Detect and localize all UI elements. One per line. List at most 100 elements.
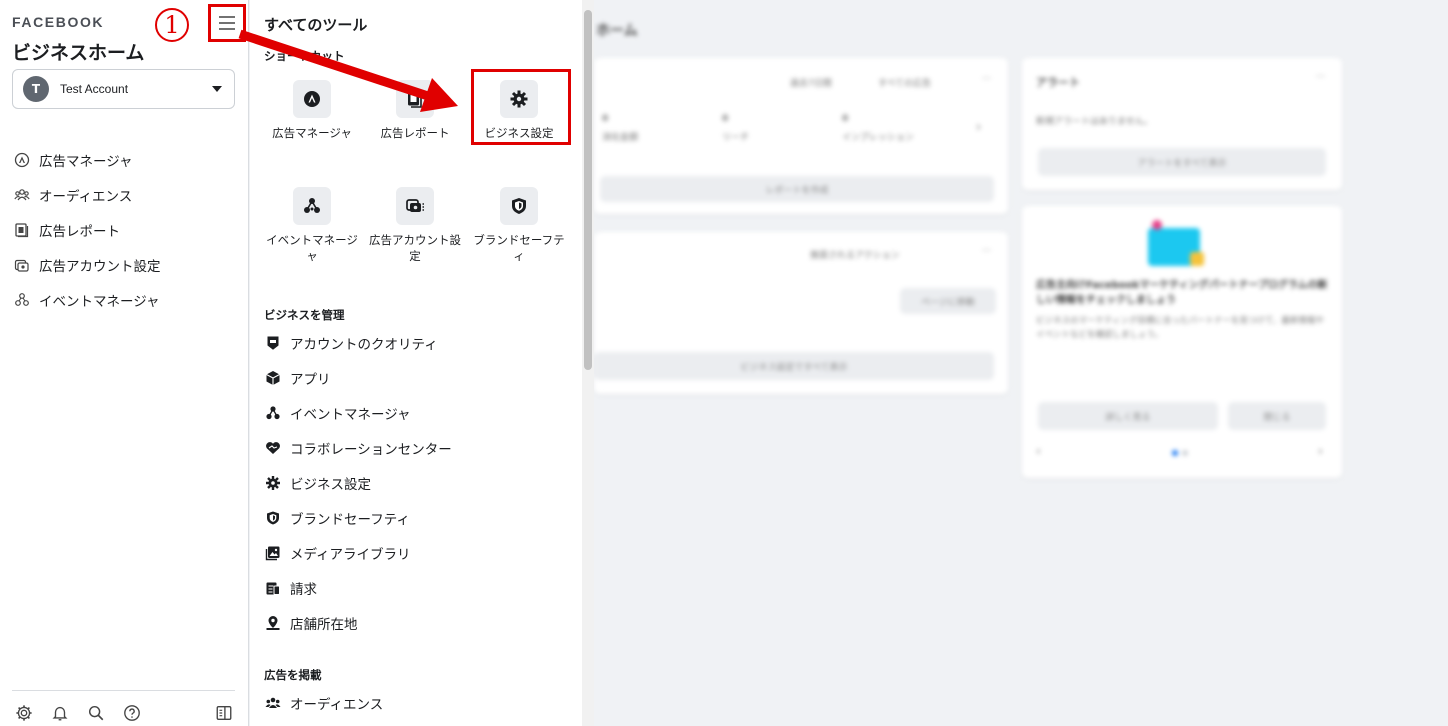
date-filter[interactable]: 過去7日間 — [790, 76, 832, 89]
sidebar-item-label: 広告マネージャ — [39, 153, 133, 170]
ads-report-icon — [14, 222, 30, 238]
shortcut-ad-account-settings[interactable]: 広告アカウント設定 — [367, 187, 463, 264]
sidebar-item-ads-manager[interactable]: 広告マネージャ — [14, 142, 161, 177]
panel-title: すべてのツール — [264, 16, 368, 34]
list-item-brand-safety[interactable]: ブランドセーフティ — [264, 500, 452, 535]
ads-manager-icon — [14, 152, 30, 168]
menu-button[interactable] — [208, 4, 246, 42]
media-library-icon — [264, 544, 282, 562]
promo-dot-pink — [1152, 220, 1162, 230]
list-item-store-locations[interactable]: 店舗所在地 — [264, 605, 452, 640]
alerts-title: アラート — [1036, 76, 1080, 89]
metric-label: 消化金額 — [602, 133, 639, 143]
shortcut-ads-report[interactable]: 広告レポート — [367, 80, 463, 141]
panel-scrollbar[interactable] — [582, 0, 594, 726]
search-icon[interactable] — [86, 703, 106, 723]
list-item-events-manager[interactable]: イベントマネージャ — [264, 395, 452, 430]
bell-icon[interactable] — [50, 703, 70, 723]
sidebar-item-label: 広告レポート — [39, 223, 120, 240]
ad-account-settings-icon — [396, 187, 434, 225]
alerts-text: 新規アラートはありません。 — [1036, 117, 1153, 127]
gear-icon — [500, 80, 538, 118]
gear-icon[interactable] — [14, 703, 34, 723]
metric-value: 0 — [842, 114, 849, 124]
sidebar-item-events-manager[interactable]: イベントマネージャ — [14, 282, 161, 317]
learn-more-button[interactable]: 詳しく見る — [1038, 402, 1218, 430]
create-report-button[interactable]: レポートを作成 — [600, 176, 994, 202]
promo-text: ビジネスのマーケティング目標に合ったパートナーを見つけて、最新情報やイベントなど… — [1036, 316, 1324, 340]
sidebar-item-ad-account-settings[interactable]: 広告アカウント設定 — [14, 247, 161, 282]
sidebar-nav: 広告マネージャ オーディエンス 広告レポート 広告アカウント設定 イベントマネー… — [14, 142, 161, 317]
audience-icon — [264, 694, 282, 712]
page-title: ビジネスホーム — [12, 42, 145, 64]
collapse-panel-icon[interactable] — [214, 703, 234, 723]
hamburger-icon — [219, 16, 235, 30]
shortcuts-heading: ショートカット — [264, 49, 345, 63]
dismiss-button[interactable]: 閉じる — [1228, 402, 1326, 430]
account-selector[interactable]: T Test Account — [12, 69, 235, 109]
recommendations-card: 推奨されるアクション ⋯ ページに移動 ビジネス設定ですべて表示 — [594, 232, 1008, 394]
metric-value: 0 — [602, 114, 609, 124]
manage-business-heading: ビジネスを管理 — [264, 308, 345, 322]
more-icon[interactable]: ⋯ — [982, 246, 991, 256]
list-item-label: オーディエンス — [290, 696, 384, 713]
more-icon[interactable]: ⋯ — [1316, 72, 1325, 82]
tile-label: 広告レポート — [380, 126, 450, 140]
list-item-account-quality[interactable]: アカウントのクオリティ — [264, 325, 452, 360]
events-manager-icon — [293, 187, 331, 225]
go-to-page-button[interactable]: ページに移動 — [900, 288, 996, 314]
alerts-card: アラート ⋯ 新規アラートはありません。 アラートをすべて表示 — [1022, 58, 1342, 190]
tile-label: 広告マネージャ — [272, 126, 352, 140]
list-item-audience[interactable]: オーディエンス — [264, 685, 383, 720]
app-cube-icon — [264, 369, 282, 387]
list-item-media-library[interactable]: メディアライブラリ — [264, 535, 452, 570]
shortcut-events-manager[interactable]: イベントマネージャ — [264, 187, 360, 264]
shortcut-ads-manager[interactable]: 広告マネージャ — [264, 80, 360, 141]
shield-icon — [500, 187, 538, 225]
advertise-heading: 広告を掲載 — [264, 668, 322, 682]
events-manager-icon — [264, 404, 282, 422]
collab-center-icon — [264, 439, 282, 457]
account-name: Test Account — [60, 82, 129, 96]
view-all-alerts-button[interactable]: アラートをすべて表示 — [1038, 148, 1326, 176]
list-item-label: 店舗所在地 — [290, 616, 358, 633]
step-number-annotation: 1 — [153, 6, 191, 44]
chevron-left-icon[interactable]: ‹ — [1036, 444, 1041, 458]
advertise-list: オーディエンス — [264, 685, 383, 720]
shortcut-business-settings[interactable]: ビジネス設定 — [471, 80, 567, 141]
list-item-label: コラボレーションセンター — [290, 441, 452, 458]
recommend-label: 推奨されるアクション — [810, 251, 900, 261]
list-item-collaboration-center[interactable]: コラボレーションセンター — [264, 430, 452, 465]
list-item-label: ビジネス設定 — [290, 476, 371, 493]
chevron-right-icon[interactable]: › — [1318, 444, 1323, 458]
billing-icon — [264, 579, 282, 597]
list-item-label: アカウントのクオリティ — [290, 336, 438, 353]
account-quality-icon — [264, 334, 282, 352]
blurred-home-background: ホーム 過去7日間 すべての広告 ⋯ 0 消化金額 0 リーチ 0 インプレッシ… — [594, 0, 1448, 726]
home-title: ホーム — [596, 23, 638, 39]
tile-label: ブランドセーフティ — [473, 233, 565, 263]
performance-card: 過去7日間 すべての広告 ⋯ 0 消化金額 0 リーチ 0 インプレッション ›… — [594, 58, 1008, 214]
scroll-thumb[interactable] — [584, 10, 592, 370]
ads-filter[interactable]: すべての広告 — [878, 76, 931, 89]
chevron-right-icon[interactable]: › — [976, 120, 981, 135]
sidebar-item-audience[interactable]: オーディエンス — [14, 177, 161, 212]
promo-card: 広告主向けFacebookマーケティングパートナープログラムの新しい情報をチェッ… — [1022, 206, 1342, 478]
sidebar-item-ads-report[interactable]: 広告レポート — [14, 212, 161, 247]
tile-label: 広告アカウント設定 — [369, 233, 461, 263]
list-item-billing[interactable]: 請求 — [264, 570, 452, 605]
help-icon[interactable] — [122, 703, 142, 723]
sidebar-footer — [12, 690, 235, 726]
shortcut-brand-safety[interactable]: ブランドセーフティ — [471, 187, 567, 264]
view-all-settings-button[interactable]: ビジネス設定ですべて表示 — [594, 352, 994, 380]
ads-manager-icon — [293, 80, 331, 118]
facebook-wordmark: FACEBOOK — [12, 14, 105, 30]
store-location-icon — [264, 614, 282, 632]
list-item-business-settings[interactable]: ビジネス設定 — [264, 465, 452, 500]
metric-label: リーチ — [722, 133, 750, 143]
list-item-apps[interactable]: アプリ — [264, 360, 452, 395]
manage-business-list: アカウントのクオリティ アプリ イベントマネージャ コラボレーションセンター ビ… — [264, 325, 452, 640]
more-icon[interactable]: ⋯ — [982, 74, 991, 84]
tile-label: イベントマネージャ — [266, 233, 358, 263]
sidebar-item-label: イベントマネージャ — [39, 293, 160, 310]
